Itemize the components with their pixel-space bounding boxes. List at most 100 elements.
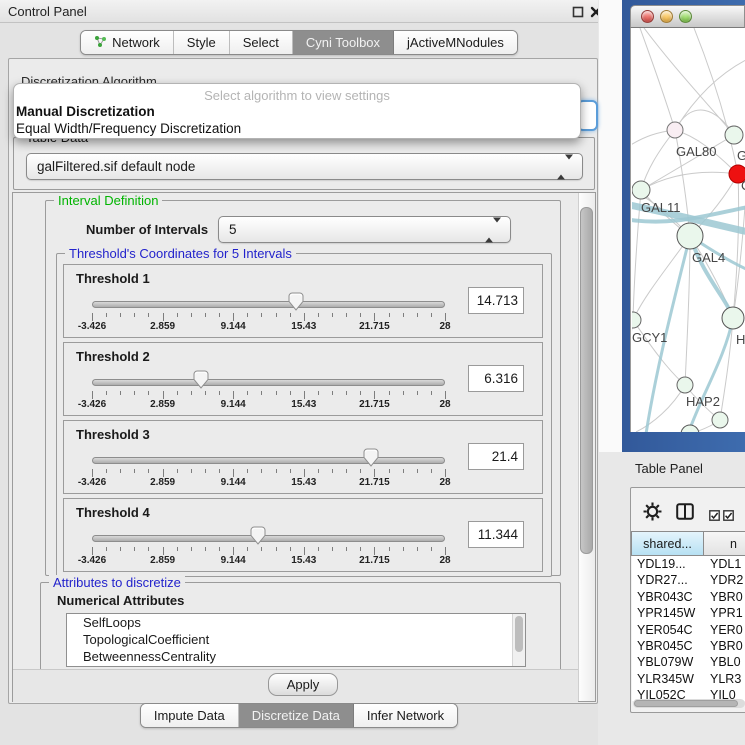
tick-mark [191, 547, 192, 551]
node-label[interactable]: GCY1 [632, 330, 667, 345]
attributes-scrollbar[interactable] [512, 614, 525, 666]
attribute-item-selfloops[interactable]: SelfLoops [67, 614, 525, 631]
slider-thumb[interactable] [287, 292, 305, 312]
slider-thumb[interactable] [192, 370, 210, 390]
table-data-combobox[interactable]: galFiltered.sif default node [26, 153, 583, 180]
slider-ticks [92, 313, 445, 321]
split-table-icon[interactable] [676, 503, 694, 525]
attribute-item-topologicalcoefficient[interactable]: TopologicalCoefficient [67, 631, 525, 648]
vertical-scrollbar-thumb[interactable] [580, 207, 593, 554]
node-label[interactable]: HAP2 [686, 394, 720, 409]
threshold-value-field[interactable]: 14.713 [468, 287, 524, 314]
zoom-traffic-light-icon[interactable] [679, 10, 692, 23]
tick-mark [134, 469, 135, 473]
tick-label: -3.426 [78, 399, 106, 410]
tick-mark [92, 391, 93, 399]
slider-track[interactable] [92, 457, 445, 464]
slider-track[interactable] [92, 379, 445, 386]
number-of-intervals-combobox[interactable]: 5 [218, 216, 511, 243]
tab-cyni-toolbox[interactable]: Cyni Toolbox [293, 31, 394, 54]
attributes-group-title: Attributes to discretize [49, 575, 185, 590]
slider-thumb[interactable] [249, 526, 267, 546]
node[interactable] [722, 307, 744, 329]
float-window-icon[interactable] [572, 5, 584, 17]
tab-network[interactable]: Network [81, 31, 174, 54]
table-row[interactable]: YBR043CYBR0 [632, 589, 745, 605]
table-row[interactable]: YDR27...YDR2 [632, 572, 745, 588]
node[interactable] [667, 122, 683, 138]
threshold-value-field[interactable]: 21.4 [468, 443, 524, 470]
node-label[interactable]: G [737, 148, 745, 163]
node-label[interactable]: H [736, 332, 745, 347]
slider-thumb[interactable] [362, 448, 380, 468]
tick-mark [374, 469, 375, 477]
table-row[interactable]: YER054CYER0 [632, 622, 745, 638]
tick-mark [403, 469, 404, 473]
node[interactable] [681, 425, 699, 432]
tick-mark [360, 547, 361, 551]
table-row[interactable]: YLR345WYLR3 [632, 671, 745, 687]
algorithm-option-manual[interactable]: Manual Discretization [14, 103, 580, 120]
network-window-titlebar[interactable] [630, 5, 745, 28]
edge [641, 130, 675, 190]
cell-shared-name: YDR27... [632, 572, 705, 588]
tick-mark [276, 547, 277, 551]
slider-track[interactable] [92, 301, 445, 308]
tick-mark [205, 391, 206, 395]
close-traffic-light-icon[interactable] [641, 10, 654, 23]
tab-impute-data[interactable]: Impute Data [141, 704, 239, 727]
node[interactable] [725, 126, 743, 144]
tick-label: 2.859 [150, 477, 175, 488]
checkbox-icon[interactable] [709, 508, 720, 526]
table-row[interactable]: YPR145WYPR1 [632, 605, 745, 621]
slider-track[interactable] [92, 535, 445, 542]
tab-select[interactable]: Select [230, 31, 293, 54]
node[interactable] [712, 412, 728, 428]
table-row[interactable]: YDL19...YDL1 [632, 556, 745, 572]
tick-mark [247, 547, 248, 551]
node[interactable] [632, 181, 650, 199]
table-row[interactable]: YBR045CYBR0 [632, 638, 745, 654]
horizontal-scrollbar-thumb[interactable] [634, 700, 738, 707]
table-row[interactable]: YBL079WYBL0 [632, 654, 745, 670]
attribute-item-betweennesscentrality[interactable]: BetweennessCentrality [67, 648, 525, 665]
tick-mark [290, 547, 291, 551]
node[interactable] [632, 312, 641, 328]
threshold-value-field[interactable]: 11.344 [468, 521, 524, 548]
edge [644, 28, 734, 135]
apply-button[interactable]: Apply [268, 673, 338, 696]
tick-mark [177, 547, 178, 551]
tick-mark [233, 547, 234, 555]
network-canvas[interactable]: GAL80 GC GAL11 GAL4 GCY1 H HAP2 [630, 28, 745, 432]
tick-mark [389, 547, 390, 551]
threshold-value-field[interactable]: 6.316 [468, 365, 524, 392]
tick-mark [205, 469, 206, 473]
edge [675, 110, 734, 135]
node[interactable] [677, 377, 693, 393]
node-label[interactable]: GAL11 [641, 200, 681, 215]
horizontal-scrollbar[interactable] [633, 699, 745, 708]
tab-discretize-data[interactable]: Discretize Data [239, 704, 354, 727]
column-header-shared-[interactable]: shared... [631, 531, 704, 556]
tab-style[interactable]: Style [174, 31, 230, 54]
interval-definition-group: Interval Definition Number of Intervals … [45, 200, 561, 576]
gear-icon[interactable] [643, 502, 662, 526]
algorithm-option-equal-width[interactable]: Equal Width/Frequency Discretization [14, 120, 580, 137]
node-label[interactable]: GAL80 [676, 144, 716, 159]
node-label[interactable]: C [741, 178, 745, 193]
checkbox-icon[interactable] [723, 508, 734, 526]
tab-infer-network[interactable]: Infer Network [354, 704, 457, 727]
threshold-label: Threshold 3 [76, 427, 150, 442]
tab-jactivemnodules[interactable]: jActiveMNodules [394, 31, 517, 54]
attributes-scrollbar-thumb[interactable] [515, 616, 523, 652]
tick-mark [261, 313, 262, 317]
column-header-n[interactable]: n [703, 531, 745, 556]
node-label[interactable]: GAL4 [692, 250, 725, 265]
tick-mark [120, 547, 121, 551]
numerical-attributes-list[interactable]: SelfLoopsTopologicalCoefficientBetweenne… [66, 613, 526, 667]
minimize-traffic-light-icon[interactable] [660, 10, 673, 23]
cell-shared-name: YBL079W [632, 654, 705, 670]
node[interactable] [677, 223, 703, 249]
tick-mark [163, 313, 164, 321]
tick-mark [445, 469, 446, 477]
